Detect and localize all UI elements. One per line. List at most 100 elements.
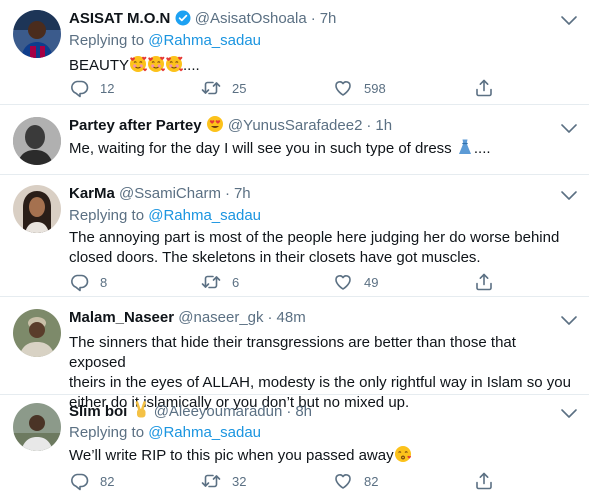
reply-count: 82	[100, 473, 115, 489]
tweet-text-part: Me, waiting for the day I will see you i…	[69, 140, 452, 157]
tweet-text-part: ....	[473, 140, 491, 157]
share-button[interactable]	[474, 78, 505, 98]
like-icon	[335, 474, 351, 489]
tweet-text: We’ll write RIP to this pic when you pas…	[69, 445, 575, 469]
avatar[interactable]	[13, 185, 61, 233]
tweet-actions: 8 6 49	[69, 272, 499, 292]
smiling-face-with-hearts-icon	[129, 55, 184, 79]
reply-icon	[71, 473, 89, 491]
tweet[interactable]: Slim boi @Aleeyoumaradun · 8h Replying to …	[0, 395, 589, 492]
like-count: 82	[364, 473, 379, 489]
reply-icon	[71, 274, 89, 292]
mention-link[interactable]: @Rahma_sadau	[148, 32, 261, 49]
like-button[interactable]: 82	[333, 471, 378, 491]
tweet-text-part: We’ll write RIP to this pic when you pas…	[69, 447, 394, 464]
avatar[interactable]	[13, 403, 61, 451]
like-count: 598	[364, 80, 386, 96]
like-icon	[335, 81, 351, 96]
user-handle[interactable]: @naseer_gk	[178, 309, 263, 326]
replying-to-label: Replying to	[69, 207, 145, 224]
separator-dot: ·	[267, 309, 273, 326]
retweet-button[interactable]: 32	[201, 471, 246, 491]
tweet-text-part: ....	[183, 57, 200, 74]
more-icon[interactable]	[559, 186, 579, 204]
separator-dot: ·	[286, 403, 292, 420]
tweet-text-part: BEAUTY	[69, 57, 130, 74]
like-icon	[335, 275, 351, 290]
like-count: 49	[364, 274, 379, 290]
reply-icon	[71, 80, 89, 98]
replying-to-label: Replying to	[69, 424, 145, 441]
dress-icon	[456, 138, 474, 162]
share-button[interactable]	[474, 272, 505, 292]
separator-dot: ·	[224, 185, 230, 202]
timestamp[interactable]: 7h	[234, 185, 251, 202]
retweet-icon	[201, 474, 221, 488]
tweet-text-line: theirs in the eyes of ALLAH, modesty is …	[69, 374, 571, 391]
retweet-button[interactable]: 25	[201, 78, 246, 98]
tweet-header: Slim boi @Aleeyoumaradun · 8h	[69, 401, 575, 423]
avatar[interactable]	[13, 10, 61, 58]
timestamp[interactable]: 7h	[320, 10, 337, 27]
timestamp[interactable]: 8h	[295, 403, 312, 420]
more-icon[interactable]	[559, 119, 579, 137]
tweet-text-line: closed doors. The skeletons in their clo…	[69, 249, 481, 266]
tweet-actions: 12 25 598	[69, 78, 499, 98]
reply-button[interactable]: 12	[69, 78, 114, 98]
more-icon[interactable]	[559, 311, 579, 329]
retweet-icon	[201, 275, 221, 289]
mention-link[interactable]: @Rahma_sadau	[148, 424, 261, 441]
tweet-text-line: The sinners that hide their transgressio…	[69, 334, 516, 371]
share-button[interactable]	[474, 471, 505, 491]
timestamp[interactable]: 1h	[375, 117, 392, 134]
tweet-text: Me, waiting for the day I will see you i…	[69, 138, 575, 162]
display-name[interactable]: Slim boi	[69, 403, 127, 420]
reply-count: 8	[100, 274, 108, 290]
share-icon	[476, 472, 492, 490]
share-icon	[476, 273, 492, 291]
tweet-text: BEAUTY....	[69, 55, 575, 79]
like-button[interactable]: 49	[333, 272, 378, 292]
timestamp[interactable]: 48m	[277, 309, 306, 326]
avatar[interactable]	[13, 309, 61, 357]
replying-to: Replying to @Rahma_sadau	[69, 31, 575, 51]
tweet-text-line: The annoying part is most of the people …	[69, 229, 560, 246]
display-name[interactable]: Malam_Naseer	[69, 309, 174, 326]
user-handle[interactable]: @Aleeyoumaradun	[154, 403, 283, 420]
tweet-header: Partey after Partey @YunusSarafadee2 · 1h	[69, 115, 575, 137]
verified-badge-icon	[175, 10, 191, 33]
replying-to-label: Replying to	[69, 32, 145, 49]
display-name[interactable]: Partey after Partey	[69, 117, 202, 134]
separator-dot: ·	[366, 117, 372, 134]
user-handle[interactable]: @SsamiCharm	[119, 185, 221, 202]
reply-count: 12	[100, 80, 115, 96]
tweet-text: The annoying part is most of the people …	[69, 228, 575, 268]
more-icon[interactable]	[559, 404, 579, 422]
retweet-icon	[201, 81, 221, 95]
tweet[interactable]: KarMa @SsamiCharm · 7h Replying to @Rahma_…	[0, 175, 589, 297]
tweet-header: Malam_Naseer @naseer_gk · 48m	[69, 307, 575, 329]
separator-dot: ·	[310, 10, 316, 27]
user-handle[interactable]: @AsisatOshoala	[195, 10, 307, 27]
user-handle[interactable]: @YunusSarafadee2	[228, 117, 363, 134]
reply-button[interactable]: 82	[69, 471, 114, 491]
retweet-count: 6	[232, 274, 240, 290]
tweet[interactable]: Partey after Partey @YunusSarafadee2 · 1h …	[0, 105, 589, 175]
display-name[interactable]: ASISAT M.O.N	[69, 10, 170, 27]
avatar[interactable]	[13, 117, 61, 165]
more-icon[interactable]	[559, 11, 579, 29]
replying-to: Replying to @Rahma_sadau	[69, 206, 575, 226]
tweet-header: KarMa @SsamiCharm · 7h	[69, 183, 575, 205]
like-button[interactable]: 598	[333, 78, 386, 98]
tweet[interactable]: ASISAT M.O.N @AsisatOshoala · 7h Replying …	[0, 0, 589, 105]
share-icon	[476, 79, 492, 97]
tweet[interactable]: Malam_Naseer @naseer_gk · 48m The sinners …	[0, 297, 589, 411]
tweet-header: ASISAT M.O.N @AsisatOshoala · 7h	[69, 8, 575, 30]
retweet-count: 32	[232, 473, 247, 489]
replying-to: Replying to @Rahma_sadau	[69, 423, 575, 443]
reply-button[interactable]: 8	[69, 272, 107, 292]
retweet-button[interactable]: 6	[201, 272, 239, 292]
mention-link[interactable]: @Rahma_sadau	[148, 207, 261, 224]
display-name[interactable]: KarMa	[69, 185, 115, 202]
kissing-face-icon	[394, 445, 412, 469]
